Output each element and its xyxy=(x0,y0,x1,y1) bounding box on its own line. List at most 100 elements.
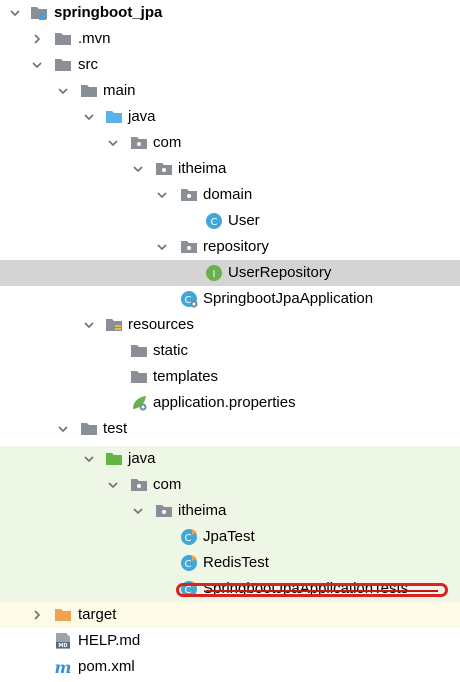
package-icon xyxy=(130,134,148,152)
package-icon xyxy=(180,186,198,204)
svg-text:MD: MD xyxy=(58,643,67,649)
chevron-down-icon[interactable] xyxy=(82,318,96,332)
tree-row-jpa-test[interactable]: C JpaTest xyxy=(0,524,460,550)
folder-icon xyxy=(54,30,72,48)
folder-icon xyxy=(54,56,72,74)
tree-row-user-repository[interactable]: I UserRepository xyxy=(0,260,460,286)
spring-properties-icon xyxy=(130,394,148,412)
tree-row-project[interactable]: springboot_jpa xyxy=(0,0,460,26)
tree-label-application: SpringbootJpaApplication xyxy=(203,290,374,307)
tree-row-repository[interactable]: repository xyxy=(0,234,460,260)
folder-icon xyxy=(80,420,98,438)
tree-label-test: test xyxy=(103,420,128,437)
test-class-icon: C xyxy=(180,528,198,546)
tree-label-target: target xyxy=(78,606,117,623)
chevron-down-icon[interactable] xyxy=(106,136,120,150)
svg-text:I: I xyxy=(213,269,216,280)
package-icon xyxy=(130,476,148,494)
chevron-down-icon[interactable] xyxy=(82,452,96,466)
tree-label-pom: pom.xml xyxy=(78,658,135,675)
tree-label-application-tests: SpringbootJpaApplicationTests xyxy=(203,580,409,597)
tree-label-templates: templates xyxy=(153,368,219,385)
chevron-right-icon[interactable] xyxy=(30,32,44,46)
svg-text:C: C xyxy=(185,533,192,544)
chevron-right-icon[interactable] xyxy=(30,608,44,622)
svg-text:C: C xyxy=(211,217,218,228)
tree-label-domain: domain xyxy=(203,186,253,203)
tree-label-resources: resources xyxy=(128,316,194,333)
test-source-folder-icon xyxy=(105,450,123,468)
tree-label-redis-test: RedisTest xyxy=(203,554,269,571)
test-class-icon: C xyxy=(180,554,198,572)
tree-row-pom[interactable]: m pom.xml xyxy=(0,654,460,680)
package-icon xyxy=(155,502,173,520)
markdown-file-icon: MD xyxy=(54,632,72,650)
tree-label-main: main xyxy=(103,82,136,99)
project-tree: springboot_jpa .mvn src main java com it… xyxy=(0,0,460,682)
tree-row-redis-test[interactable]: C RedisTest xyxy=(0,550,460,576)
tree-row-test-java[interactable]: java xyxy=(0,446,460,472)
chevron-down-icon[interactable] xyxy=(131,162,145,176)
tree-label-help: HELP.md xyxy=(78,632,141,649)
tree-row-mvn[interactable]: .mvn xyxy=(0,26,460,52)
tree-row-templates[interactable]: templates xyxy=(0,364,460,390)
tree-label-test-java: java xyxy=(128,450,156,467)
chevron-down-icon[interactable] xyxy=(56,84,70,98)
project-name: springboot_jpa xyxy=(54,4,163,21)
resources-folder-icon xyxy=(105,316,123,334)
chevron-down-icon[interactable] xyxy=(8,6,22,20)
package-icon xyxy=(155,160,173,178)
tree-row-main[interactable]: main xyxy=(0,78,460,104)
tree-row-help[interactable]: MD HELP.md xyxy=(0,628,460,654)
tree-row-resources[interactable]: resources xyxy=(0,312,460,338)
tree-label-jpa-test: JpaTest xyxy=(203,528,255,545)
svg-text:C: C xyxy=(185,585,192,596)
package-icon xyxy=(180,238,198,256)
chevron-down-icon[interactable] xyxy=(82,110,96,124)
interface-icon: I xyxy=(205,264,223,282)
maven-file-icon: m xyxy=(54,658,72,677)
svg-text:C: C xyxy=(185,295,192,306)
tree-row-application-tests[interactable]: C SpringbootJpaApplicationTests xyxy=(0,576,460,602)
tree-row-test[interactable]: test xyxy=(0,416,460,442)
tree-label-user: User xyxy=(228,212,260,229)
tree-row-main-com[interactable]: com xyxy=(0,130,460,156)
test-class-icon: C xyxy=(180,580,198,598)
tree-label-test-com: com xyxy=(153,476,182,493)
tree-label-src: src xyxy=(78,56,98,73)
tree-row-src[interactable]: src xyxy=(0,52,460,78)
tree-label-repository: repository xyxy=(203,238,269,255)
chevron-down-icon[interactable] xyxy=(30,58,44,72)
chevron-down-icon[interactable] xyxy=(106,478,120,492)
tree-row-static[interactable]: static xyxy=(0,338,460,364)
tree-row-test-com[interactable]: com xyxy=(0,472,460,498)
tree-label-main-java: java xyxy=(128,108,156,125)
spring-boot-class-icon: C xyxy=(180,290,198,308)
folder-icon xyxy=(130,342,148,360)
chevron-down-icon[interactable] xyxy=(131,504,145,518)
tree-row-target[interactable]: target xyxy=(0,602,460,628)
tree-label-properties: application.properties xyxy=(153,394,296,411)
tree-row-properties[interactable]: application.properties xyxy=(0,390,460,416)
chevron-down-icon[interactable] xyxy=(56,422,70,436)
tree-row-domain[interactable]: domain xyxy=(0,182,460,208)
tree-label-test-itheima: itheima xyxy=(178,502,227,519)
tree-label-user-repository: UserRepository xyxy=(228,264,332,281)
strikethrough-mark xyxy=(206,590,438,592)
tree-row-main-itheima[interactable]: itheima xyxy=(0,156,460,182)
tree-row-test-itheima[interactable]: itheima xyxy=(0,498,460,524)
tree-label-main-com: com xyxy=(153,134,182,151)
tree-row-main-java[interactable]: java xyxy=(0,104,460,130)
tree-label-static: static xyxy=(153,342,189,359)
chevron-down-icon[interactable] xyxy=(155,188,169,202)
source-folder-icon xyxy=(105,108,123,126)
project-folder-icon xyxy=(30,4,48,22)
excluded-folder-icon xyxy=(54,606,72,624)
svg-text:m: m xyxy=(55,658,72,676)
tree-row-user[interactable]: C User xyxy=(0,208,460,234)
svg-text:C: C xyxy=(185,559,192,570)
chevron-down-icon[interactable] xyxy=(155,240,169,254)
class-icon: C xyxy=(205,212,223,230)
tree-row-application[interactable]: C SpringbootJpaApplication xyxy=(0,286,460,312)
folder-icon xyxy=(80,82,98,100)
